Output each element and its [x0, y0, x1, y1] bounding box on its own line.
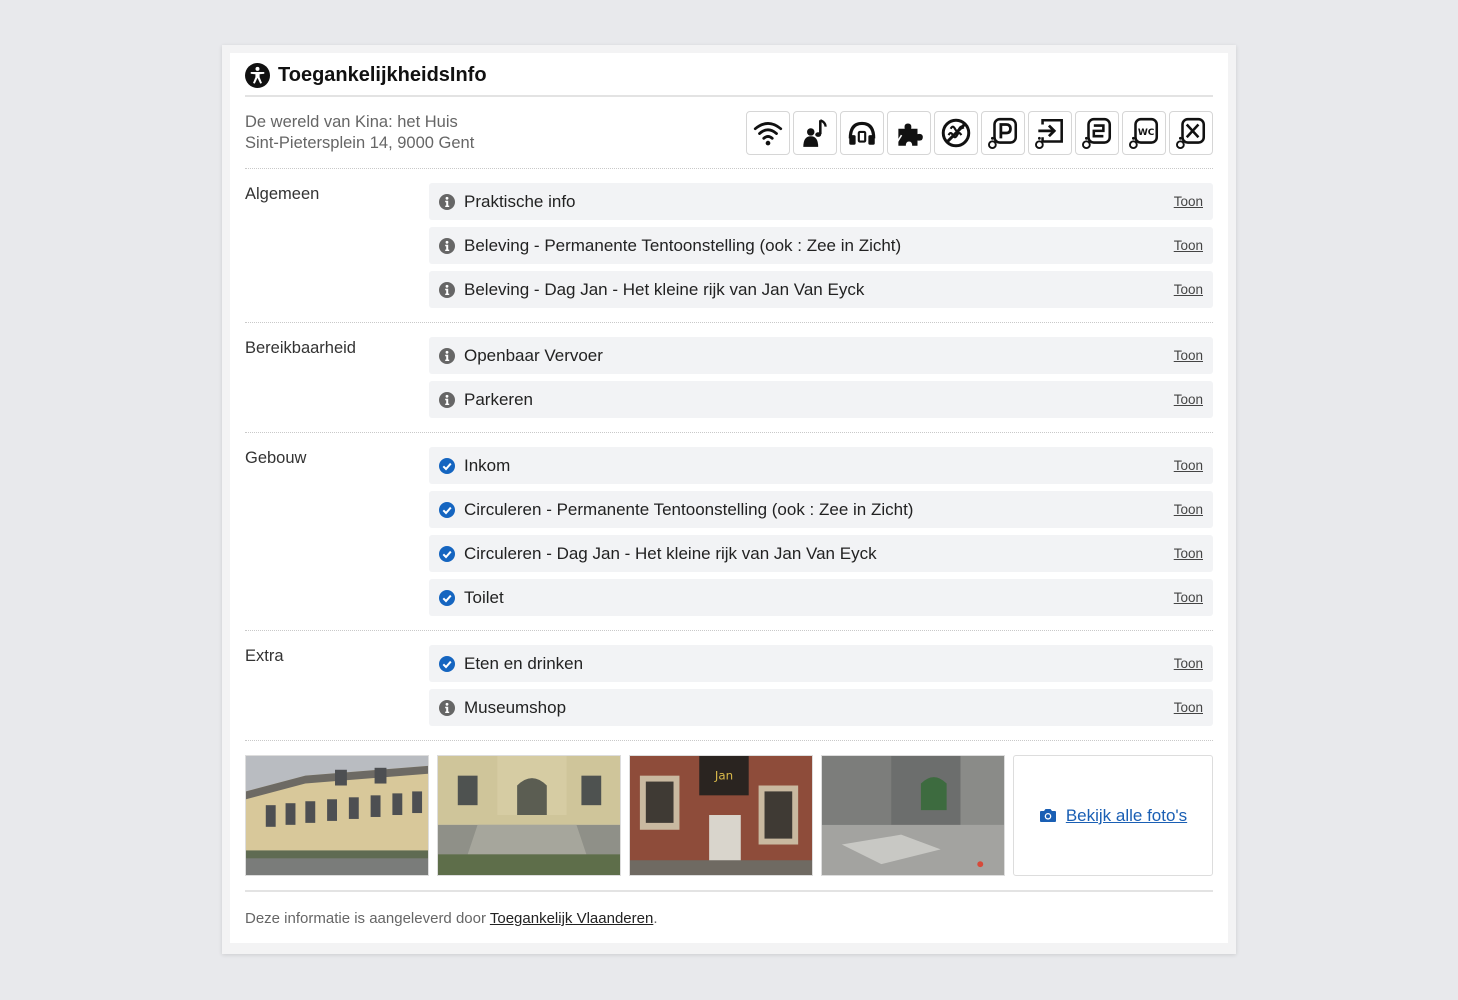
- accessible-parking-icon[interactable]: [981, 110, 1025, 155]
- venue-name: De wereld van Kina: het Huis: [245, 112, 458, 131]
- toon-link[interactable]: Toon: [1174, 590, 1203, 605]
- section-label: Bereikbaarheid: [245, 339, 356, 357]
- photo-thumbnail[interactable]: Jan: [629, 755, 813, 876]
- toon-link[interactable]: Toon: [1174, 700, 1203, 715]
- accessibility-card: ToegankelijkheidsInfo De wereld van Kina…: [230, 53, 1228, 943]
- section-bereikbaarheid: Bereikbaarheid Openbaar Vervoer Toon Par…: [245, 323, 1213, 433]
- accessible-restaurant-icon[interactable]: [1169, 110, 1213, 155]
- accessibility-icon: [245, 62, 270, 88]
- photo-thumbnail[interactable]: [437, 755, 621, 876]
- toon-link[interactable]: Toon: [1174, 502, 1203, 517]
- info-icon: [439, 347, 455, 364]
- photo-thumbnail[interactable]: [245, 755, 429, 876]
- accessible-entrance-icon[interactable]: [1028, 110, 1072, 155]
- audio-guide-icon[interactable]: [793, 110, 837, 155]
- toon-link[interactable]: Toon: [1174, 392, 1203, 407]
- info-row[interactable]: Inkom Toon: [429, 447, 1213, 484]
- source-link[interactable]: Toegankelijk Vlaanderen: [490, 910, 653, 927]
- section-label: Extra: [245, 647, 284, 665]
- info-row[interactable]: Beleving - Permanente Tentoonstelling (o…: [429, 227, 1213, 264]
- section-extra: Extra Eten en drinken Toon Museumshop To…: [245, 631, 1213, 741]
- info-row[interactable]: Openbaar Vervoer Toon: [429, 337, 1213, 374]
- headphones-icon[interactable]: [840, 110, 884, 155]
- info-row[interactable]: Parkeren Toon: [429, 381, 1213, 418]
- section-algemeen: Algemeen Praktische info Toon Beleving -…: [245, 169, 1213, 323]
- info-icon: [439, 237, 455, 254]
- row-label: Parkeren: [464, 389, 533, 409]
- info-row[interactable]: Praktische info Toon: [429, 183, 1213, 220]
- row-label: Beleving - Dag Jan - Het kleine rijk van…: [464, 279, 865, 299]
- toon-link[interactable]: Toon: [1174, 458, 1203, 473]
- info-row[interactable]: Toilet Toon: [429, 579, 1213, 616]
- venue-address: Sint-Pietersplein 14, 9000 Gent: [245, 133, 475, 152]
- check-circle-icon: [439, 545, 455, 562]
- check-circle-icon: [439, 655, 455, 672]
- photo-strip: Jan Bekijk alle foto's: [245, 741, 1213, 892]
- venue-address-block: De wereld van Kina: het Huis Sint-Pieter…: [245, 112, 474, 154]
- camera-icon: [1039, 809, 1056, 822]
- no-smell-icon[interactable]: [934, 110, 978, 155]
- info-row[interactable]: Circuleren - Permanente Tentoonstelling …: [429, 491, 1213, 528]
- info-icon: [439, 193, 455, 210]
- info-icon: [439, 699, 455, 716]
- accessible-elevator-icon[interactable]: [1075, 110, 1119, 155]
- toon-link[interactable]: Toon: [1174, 348, 1203, 363]
- row-label: Beleving - Permanente Tentoonstelling (o…: [464, 235, 902, 255]
- venue-info: De wereld van Kina: het Huis Sint-Pieter…: [245, 97, 1213, 169]
- card-header: ToegankelijkheidsInfo: [245, 53, 1213, 97]
- accessible-toilet-icon[interactable]: WC: [1122, 110, 1166, 155]
- footer-text: Deze informatie is aangeleverd door: [245, 910, 490, 927]
- row-label: Circuleren - Permanente Tentoonstelling …: [464, 499, 914, 519]
- info-row[interactable]: Museumshop Toon: [429, 689, 1213, 726]
- section-label: Gebouw: [245, 449, 307, 467]
- widget-frame: ToegankelijkheidsInfo De wereld van Kina…: [222, 45, 1236, 954]
- puzzle-icon[interactable]: [887, 110, 931, 155]
- info-icon: [439, 281, 455, 298]
- photo-thumbnail[interactable]: [821, 755, 1005, 876]
- footer-suffix: .: [653, 910, 658, 927]
- info-icon: [439, 391, 455, 408]
- info-row[interactable]: Beleving - Dag Jan - Het kleine rijk van…: [429, 271, 1213, 308]
- feature-icons: WC: [746, 110, 1213, 155]
- view-all-photos-box[interactable]: Bekijk alle foto's: [1013, 755, 1213, 876]
- row-label: Inkom: [464, 455, 511, 475]
- section-gebouw: Gebouw Inkom Toon Circuleren - Permanent…: [245, 433, 1213, 631]
- row-label: Toilet: [464, 587, 504, 607]
- check-circle-icon: [439, 501, 455, 518]
- check-circle-icon: [439, 457, 455, 474]
- toon-link[interactable]: Toon: [1174, 656, 1203, 671]
- check-circle-icon: [439, 589, 455, 606]
- section-label: Algemeen: [245, 185, 320, 203]
- row-label: Openbaar Vervoer: [464, 345, 603, 365]
- info-row[interactable]: Circuleren - Dag Jan - Het kleine rijk v…: [429, 535, 1213, 572]
- svg-text:Jan: Jan: [714, 769, 733, 783]
- wifi-icon[interactable]: [746, 110, 790, 155]
- view-all-photos-link[interactable]: Bekijk alle foto's: [1066, 806, 1187, 826]
- toon-link[interactable]: Toon: [1174, 546, 1203, 561]
- row-label: Museumshop: [464, 697, 567, 717]
- toon-link[interactable]: Toon: [1174, 282, 1203, 297]
- toon-link[interactable]: Toon: [1174, 194, 1203, 209]
- row-label: Eten en drinken: [464, 653, 584, 673]
- card-title: ToegankelijkheidsInfo: [278, 63, 487, 86]
- row-label: Circuleren - Dag Jan - Het kleine rijk v…: [464, 543, 877, 563]
- toon-link[interactable]: Toon: [1174, 238, 1203, 253]
- row-label: Praktische info: [464, 191, 576, 211]
- footer: Deze informatie is aangeleverd door Toeg…: [245, 892, 1213, 927]
- info-row[interactable]: Eten en drinken Toon: [429, 645, 1213, 682]
- svg-text:WC: WC: [1138, 128, 1155, 138]
